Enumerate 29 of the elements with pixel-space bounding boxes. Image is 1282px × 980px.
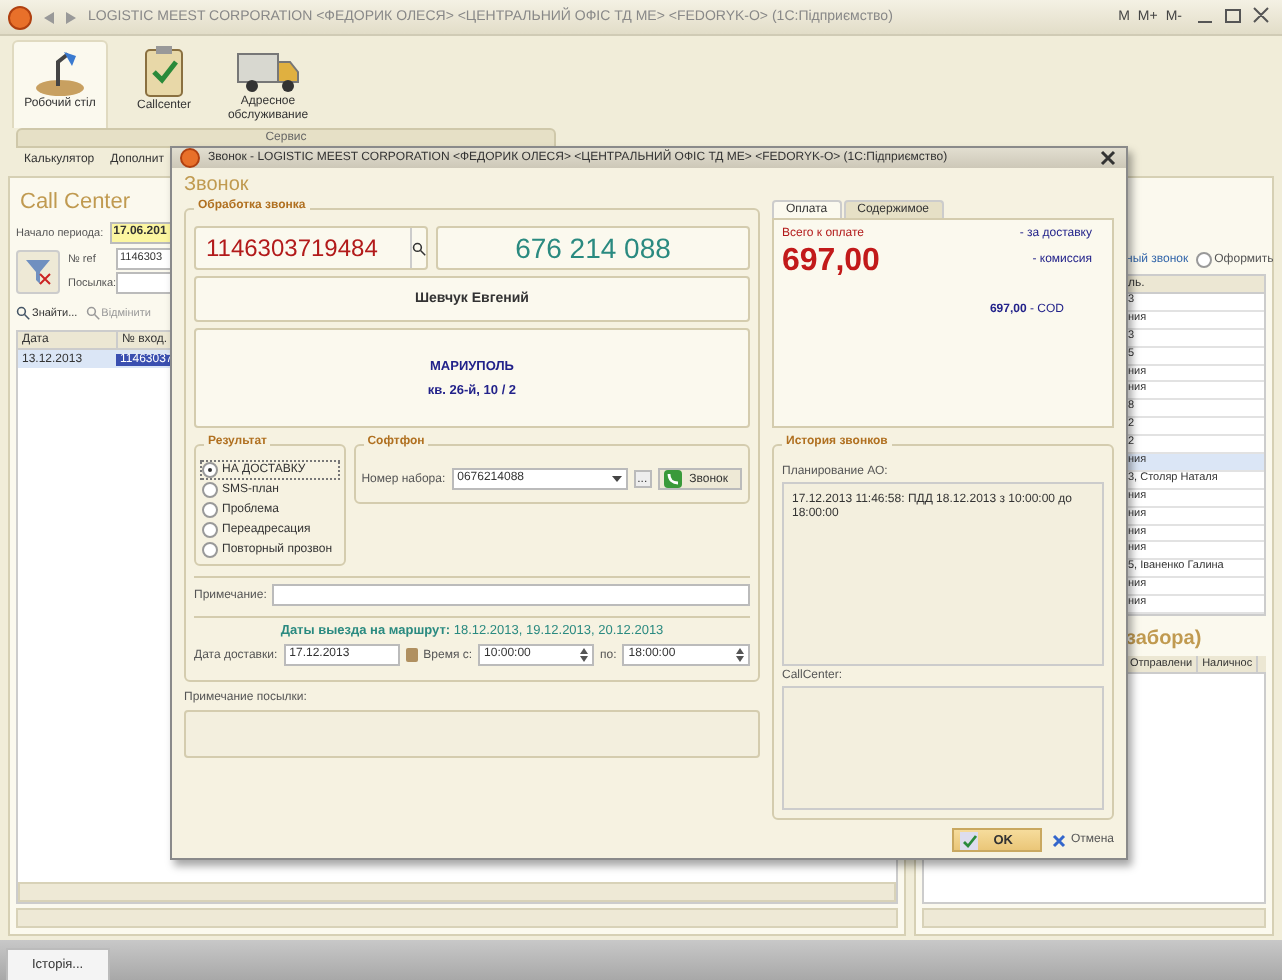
total-amount: 697,00 <box>782 244 880 280</box>
callcenter-field[interactable] <box>782 686 1104 810</box>
app-logo-icon <box>8 5 32 29</box>
navigation-arrows-icon[interactable] <box>44 11 76 23</box>
parcel-note-field[interactable] <box>184 710 760 758</box>
close-icon <box>1052 833 1067 847</box>
close-button[interactable] <box>1098 148 1118 168</box>
horizontal-scrollbar[interactable] <box>922 908 1266 928</box>
filter-button[interactable] <box>16 249 60 293</box>
phone-number: 676 214 088 <box>436 226 750 270</box>
search-icon <box>16 304 30 322</box>
checkmark-icon <box>959 831 978 849</box>
spinner-icon[interactable] <box>736 648 744 662</box>
section-heading: забора) <box>1126 628 1204 651</box>
horizontal-scrollbar[interactable] <box>18 882 896 902</box>
window-controls-icon[interactable] <box>1194 5 1274 29</box>
dropdown-arrow-icon[interactable] <box>611 476 622 482</box>
app-logo-icon <box>180 148 200 168</box>
search-icon <box>85 304 100 322</box>
filter-icon <box>24 257 52 285</box>
spinner-icon[interactable] <box>580 648 589 662</box>
horizontal-scrollbar[interactable] <box>16 908 898 928</box>
panel-title: Call Center <box>18 188 133 218</box>
search-icon[interactable] <box>412 241 426 255</box>
ref-number-field[interactable]: 1146303719484 <box>194 226 428 270</box>
desk-lamp-icon <box>32 46 88 98</box>
phone-icon <box>663 470 682 488</box>
note-field[interactable] <box>272 584 750 606</box>
dialog-heading: Звонок <box>182 172 251 198</box>
